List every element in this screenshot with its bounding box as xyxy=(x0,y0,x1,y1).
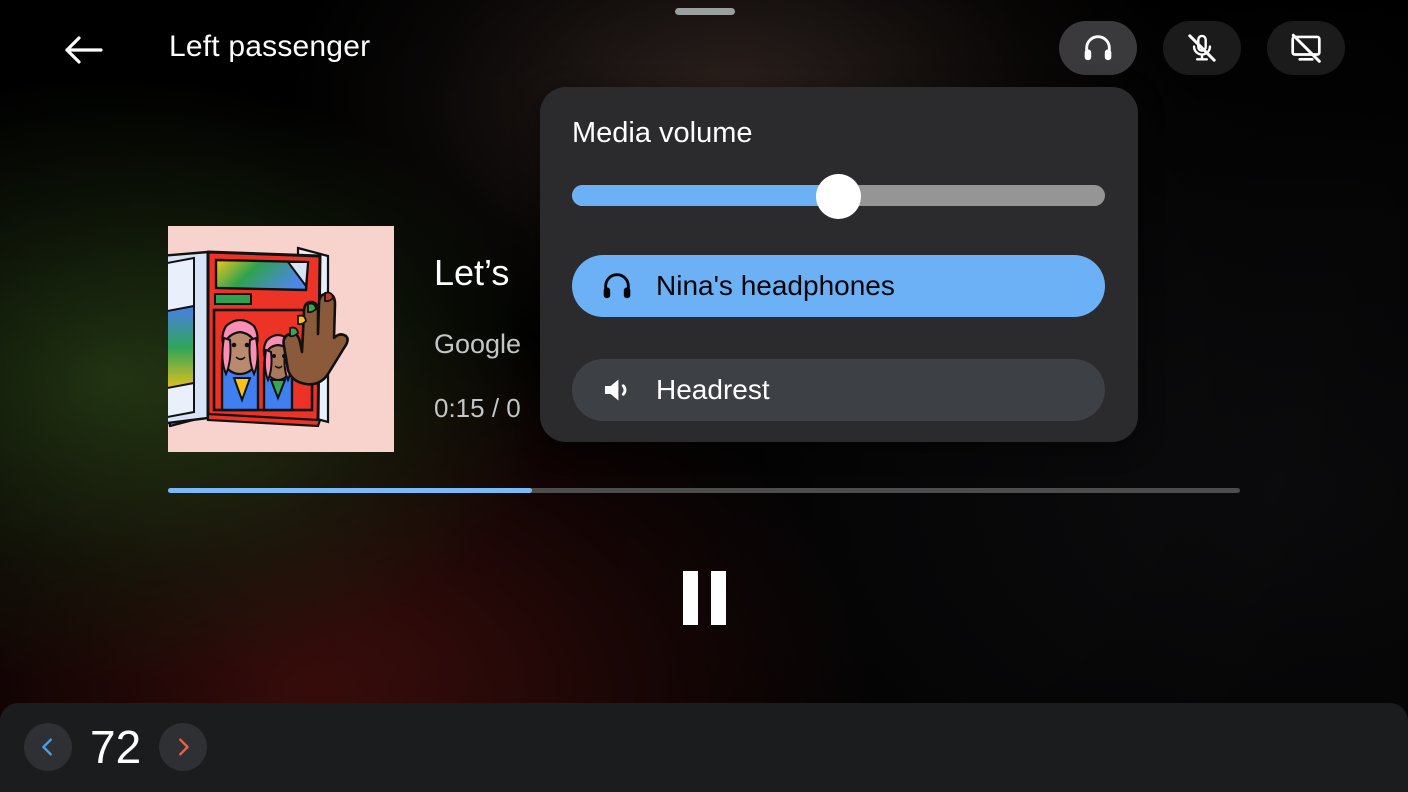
media-progress-bar[interactable] xyxy=(168,488,1240,493)
mic-off-toggle[interactable] xyxy=(1163,21,1241,75)
pause-icon-bar2 xyxy=(710,571,726,625)
temperature-decrease-button[interactable] xyxy=(24,723,72,771)
pause-button[interactable] xyxy=(668,560,740,636)
screen-off-toggle[interactable] xyxy=(1267,21,1345,75)
volume-slider-fill xyxy=(572,185,839,206)
drag-handle[interactable] xyxy=(675,8,735,15)
top-bar: Left passenger xyxy=(0,0,1408,96)
speaker-icon xyxy=(600,373,656,407)
headphones-icon xyxy=(600,269,656,303)
audio-device-label: Headrest xyxy=(656,374,770,405)
album-art xyxy=(168,226,394,452)
media-volume-slider[interactable] xyxy=(572,174,1105,219)
media-progress-fill xyxy=(168,488,533,493)
media-artist: Google xyxy=(434,329,522,359)
page-title: Left passenger xyxy=(169,30,371,63)
screen-off-icon xyxy=(1291,33,1321,63)
media-volume-panel: Media volume Nina's headphones Headrest xyxy=(540,87,1138,442)
album-art-illustration xyxy=(168,226,394,452)
temperature-increase-button[interactable] xyxy=(159,723,208,771)
arrow-left-icon xyxy=(65,36,103,64)
media-time: 0:15 / 0 xyxy=(434,393,521,423)
media-title: Let’s xyxy=(434,252,510,293)
audio-device-headrest[interactable]: Headrest xyxy=(572,359,1105,421)
chevron-left-icon xyxy=(42,738,52,756)
volume-slider-thumb[interactable] xyxy=(816,174,861,219)
mic-off-icon xyxy=(1188,34,1216,62)
car-media-screen: Left passenger Let’s Google 0:15 / 0 Med… xyxy=(0,0,1408,792)
pause-icon xyxy=(682,571,698,625)
bottom-nav-bar: 72 P xyxy=(0,703,1408,792)
audio-device-nina-headphones[interactable]: Nina's headphones xyxy=(572,255,1105,317)
temperature-value: 72 xyxy=(90,721,142,773)
back-button[interactable] xyxy=(58,24,110,76)
headphones-icon xyxy=(1084,35,1112,61)
media-volume-label: Media volume xyxy=(572,117,753,149)
headphones-toggle[interactable] xyxy=(1059,21,1137,75)
chevron-right-icon xyxy=(179,738,189,756)
audio-device-label: Nina's headphones xyxy=(656,270,895,301)
temperature-control: 72 xyxy=(24,721,208,773)
